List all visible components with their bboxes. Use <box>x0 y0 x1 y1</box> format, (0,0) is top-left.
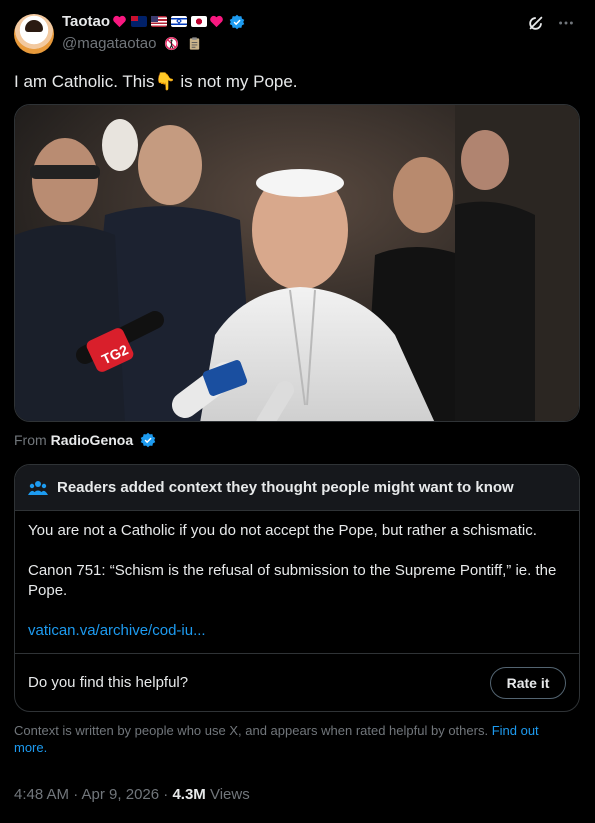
no-pedestrian-icon <box>165 36 179 51</box>
grok-icon[interactable] <box>527 14 545 32</box>
community-note-body: You are not a Catholic if you do not acc… <box>28 521 568 661</box>
tweet-text: I am Catholic. This 👇 is not my Pope. <box>14 72 298 92</box>
context-footer-text: Context is written by people who use X, … <box>14 723 489 738</box>
verified-badge-icon <box>229 14 245 29</box>
usa-flag-icon <box>151 16 168 27</box>
more-options-icon[interactable] <box>557 14 575 32</box>
avatar[interactable] <box>14 14 54 54</box>
helpful-question: Do you find this helpful? <box>28 674 189 691</box>
rate-it-button[interactable]: Rate it <box>490 667 566 699</box>
people-icon <box>28 480 48 495</box>
red-heart-icon <box>113 15 126 28</box>
verified-badge-icon <box>140 432 156 448</box>
context-footer: Context is written by people who use X, … <box>14 722 574 756</box>
community-note: Readers added context they thought peopl… <box>14 464 580 712</box>
red-heart-icon <box>210 15 223 28</box>
tweet-meta: 4:48 AM · Apr 9, 2026 · 4.3M Views <box>14 786 250 803</box>
views-label: Views <box>205 786 250 803</box>
pointing-down-emoji-icon: 👇 <box>154 72 176 91</box>
note-paragraph-1: You are not a Catholic if you do not acc… <box>28 522 537 539</box>
clipboard-icon <box>190 37 200 50</box>
media-source-prefix: From <box>14 432 47 448</box>
author-name-row[interactable]: Taotao <box>62 13 245 30</box>
community-note-title: Readers added context they thought peopl… <box>57 479 514 496</box>
community-note-header: Readers added context they thought peopl… <box>15 465 579 511</box>
views-count: 4.3M <box>172 786 206 803</box>
note-paragraph-2: Canon 751: “Schism is the refusal of sub… <box>28 562 557 599</box>
tweet-text-before: I am Catholic. This <box>14 72 155 91</box>
israel-flag-icon <box>171 16 188 27</box>
community-note-footer: Do you find this helpful? Rate it <box>15 653 579 711</box>
author-handle-row: @magataotao <box>62 35 202 52</box>
tweet-text-after: is not my Pope. <box>175 72 298 91</box>
japan-flag-icon <box>191 16 208 27</box>
tweet-top-actions <box>527 14 575 32</box>
media-source-name[interactable]: RadioGenoa <box>51 432 133 448</box>
note-source-link[interactable]: vatican.va/archive/cod-iu... <box>28 622 206 639</box>
display-name[interactable]: Taotao <box>62 13 110 30</box>
meta-separator: · <box>159 786 173 803</box>
tweet-media-video[interactable]: TG2 <box>14 104 580 422</box>
media-source-row: From RadioGenoa <box>14 432 156 448</box>
video-frame: TG2 <box>15 105 579 421</box>
handle[interactable]: @magataotao <box>62 35 156 52</box>
timestamp[interactable]: 4:48 AM · Apr 9, 2026 <box>14 786 159 803</box>
australia-flag-icon <box>131 16 148 27</box>
